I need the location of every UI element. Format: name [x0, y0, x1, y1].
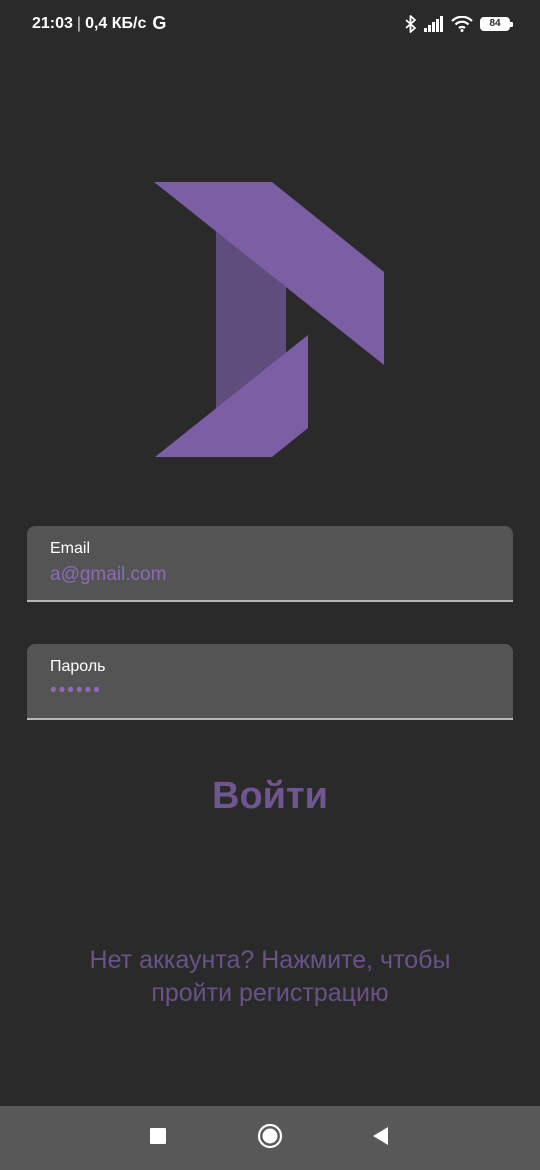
network-speed: 0,4 КБ/с: [85, 14, 147, 32]
password-label: Пароль: [50, 658, 106, 675]
email-field[interactable]: Email a@gmail.com: [27, 526, 513, 602]
status-right: 84: [405, 12, 513, 36]
register-link-line2: пройти регистрацию: [151, 979, 389, 1007]
login-button[interactable]: Войти: [170, 768, 370, 824]
email-input[interactable]: a@gmail.com: [50, 564, 480, 586]
status-left: 21:03 | 0,4 КБ/с G: [32, 13, 166, 34]
recent-apps-icon: [149, 1127, 167, 1150]
status-bar: 21:03 | 0,4 КБ/с G 84: [0, 0, 540, 48]
password-input[interactable]: ••••••: [50, 680, 480, 702]
register-link[interactable]: Нет аккаунта? Нажмите, чтобы пройти реги…: [40, 944, 500, 1010]
bluetooth-icon: [405, 15, 417, 33]
battery-icon: 84: [480, 17, 513, 31]
register-link-line1: Нет аккаунта? Нажмите, чтобы: [89, 946, 451, 974]
app-logo: [150, 178, 390, 463]
status-time: 21:03: [32, 14, 73, 32]
battery-level: 84: [489, 18, 501, 29]
navigation-bar: [0, 1106, 540, 1170]
back-icon: [372, 1126, 390, 1151]
signal-icon: [424, 16, 444, 32]
back-button[interactable]: [351, 1106, 411, 1170]
home-icon: [257, 1123, 283, 1154]
password-field[interactable]: Пароль ••••••: [27, 644, 513, 720]
home-button[interactable]: [240, 1106, 300, 1170]
google-icon: G: [152, 13, 167, 33]
status-separator: |: [76, 14, 82, 32]
recent-apps-button[interactable]: [128, 1106, 188, 1170]
wifi-icon: [451, 16, 473, 32]
email-label: Email: [50, 540, 91, 557]
